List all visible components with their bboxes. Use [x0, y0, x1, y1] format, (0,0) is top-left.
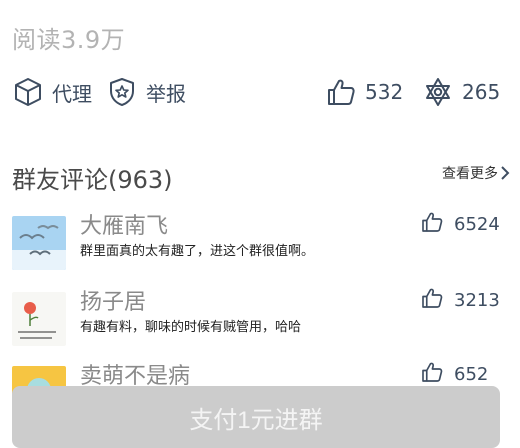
comment-text: 群里面真的太有趣了，进这个群很值啊。 — [80, 244, 315, 259]
share-count: 265 — [462, 80, 501, 104]
thumbs-up-icon — [420, 210, 444, 238]
thumbs-up-icon — [420, 360, 444, 388]
agent-label: 代理 — [52, 81, 92, 106]
thumbs-up-icon — [325, 76, 357, 108]
comment-author: 扬子居 — [80, 290, 147, 315]
hexagram-share-icon — [422, 76, 454, 108]
pay-to-join-button[interactable]: 支付1元进群 — [12, 386, 500, 448]
like-button[interactable]: 532 — [325, 74, 403, 110]
comment-text: 有趣有料，聊味的时候有贼管用，哈哈 — [80, 320, 302, 335]
cube-icon — [12, 76, 44, 108]
report-button[interactable]: 举报 — [106, 74, 186, 110]
read-count: 阅读3.9万 — [12, 26, 126, 54]
see-more-link[interactable]: 查看更多 — [442, 163, 510, 183]
shield-star-icon — [106, 76, 138, 108]
thumbs-up-icon — [420, 286, 444, 314]
action-row: 代理 举报 532 265 — [12, 74, 508, 110]
chevron-right-icon — [500, 165, 510, 181]
comment-like-button[interactable]: 652 — [420, 360, 488, 388]
comment-like-button[interactable]: 6524 — [420, 210, 500, 238]
like-count: 532 — [365, 80, 404, 104]
comment-like-count: 652 — [454, 363, 489, 385]
see-more-label: 查看更多 — [442, 166, 498, 182]
comment-author: 大雁南飞 — [80, 214, 169, 239]
comment-like-button[interactable]: 3213 — [420, 286, 500, 314]
comment-like-count: 6524 — [454, 213, 500, 235]
comment-item: 大雁南飞 群里面真的太有趣了，进这个群很值啊。 6524 — [12, 208, 508, 270]
comment-like-count: 3213 — [454, 289, 500, 311]
comments-title: 群友评论(963) — [12, 166, 173, 194]
agent-button[interactable]: 代理 — [12, 74, 92, 110]
report-label: 举报 — [146, 81, 186, 106]
avatar[interactable] — [12, 292, 66, 346]
comment-item: 扬子居 有趣有料，聊味的时候有贼管用，哈哈 3213 — [12, 284, 508, 346]
avatar[interactable] — [12, 216, 66, 270]
share-button[interactable]: 265 — [422, 74, 500, 110]
